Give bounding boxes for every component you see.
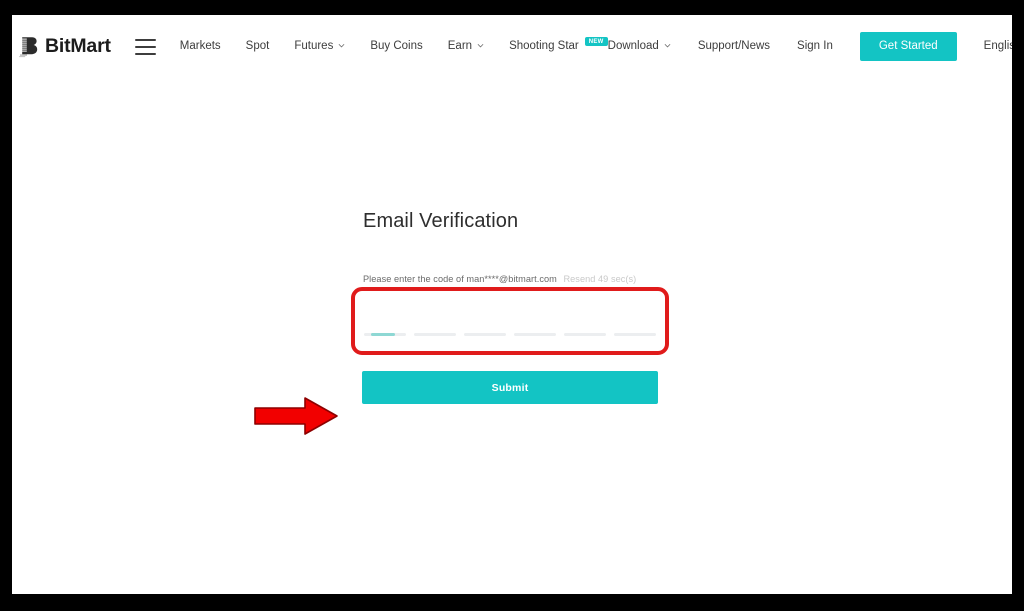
nav-label-markets: Markets (179, 39, 221, 52)
submit-button[interactable]: Submit (362, 371, 658, 404)
chevron-down-icon (664, 42, 671, 49)
nav-item-buy-coins[interactable]: Buy Coins (370, 39, 423, 53)
bitmart-logo[interactable]: BitMart (17, 35, 111, 59)
hamburger-menu-icon[interactable] (134, 38, 156, 55)
code-digit-cell-2[interactable] (414, 333, 456, 336)
bitmart-b-logo-icon (17, 35, 41, 59)
nav-item-download[interactable]: Download (607, 39, 671, 53)
nav-label-earn: Earn (447, 39, 473, 52)
nav-item-futures[interactable]: Futures (294, 39, 345, 53)
navbar-right-group: Download Support/News Sign In Get Starte… (607, 31, 1012, 62)
nav-label-download: Download (607, 39, 659, 52)
nav-item-markets[interactable]: Markets (179, 39, 221, 53)
new-badge: NEW (584, 36, 608, 47)
nav-item-sign-in[interactable]: Sign In (797, 39, 833, 53)
chevron-down-icon (477, 42, 484, 49)
verification-hint-text: Please enter the code of man****@bitmart… (363, 274, 557, 284)
screenshot-letterbox: BitMart Markets Spot Futures Buy Coins E… (0, 0, 1024, 611)
verification-hint: Please enter the code of man****@bitmart… (363, 274, 658, 284)
chevron-down-icon (338, 42, 345, 49)
code-input-wrapper (351, 287, 669, 355)
language-label: English (983, 39, 1012, 52)
nav-item-earn[interactable]: Earn (447, 39, 484, 53)
page-title: Email Verification (363, 210, 519, 232)
code-digit-cell-5[interactable] (564, 333, 606, 336)
browser-page: BitMart Markets Spot Futures Buy Coins E… (12, 15, 1012, 594)
code-digit-cell-1[interactable] (364, 333, 406, 336)
nav-item-shooting-star[interactable]: Shooting Star NEW (509, 36, 608, 53)
language-selector[interactable]: English (983, 39, 1012, 53)
red-right-arrow-icon (253, 396, 339, 436)
nav-label-shooting-star: Shooting Star (509, 39, 579, 52)
brand-name: BitMart (45, 35, 111, 57)
code-digit-cell-3[interactable] (464, 333, 506, 336)
nav-item-spot[interactable]: Spot (245, 39, 270, 53)
email-verification-form: Email Verification Please enter the code… (351, 210, 669, 404)
top-navigation-bar: BitMart Markets Spot Futures Buy Coins E… (12, 15, 1012, 78)
navbar-left-group: BitMart Markets Spot Futures Buy Coins E… (12, 35, 608, 59)
nav-item-support-news[interactable]: Support/News (697, 39, 771, 53)
nav-label-futures: Futures (294, 39, 334, 52)
code-digit-cell-6[interactable] (614, 333, 656, 336)
nav-label-support-news: Support/News (697, 39, 771, 52)
nav-label-spot: Spot (245, 39, 270, 52)
code-digit-cell-4[interactable] (514, 333, 556, 336)
nav-label-sign-in: Sign In (797, 39, 833, 52)
nav-label-buy-coins: Buy Coins (370, 39, 423, 52)
get-started-button[interactable]: Get Started (859, 31, 957, 62)
resend-code-link[interactable]: Resend 49 sec(s) (563, 274, 636, 284)
code-input-field[interactable] (362, 296, 658, 348)
